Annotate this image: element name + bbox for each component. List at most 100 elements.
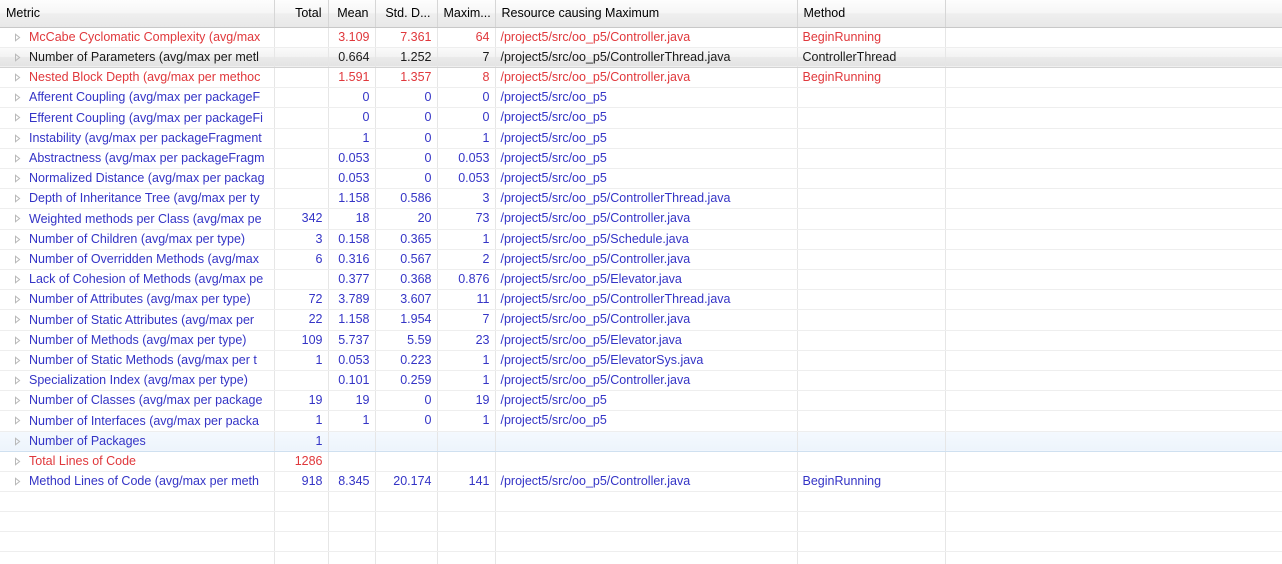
cell-metric[interactable]: Lack of Cohesion of Methods (avg/max pe xyxy=(0,269,275,291)
expand-triangle-icon[interactable] xyxy=(13,255,22,264)
column-header-total[interactable]: Total xyxy=(274,0,329,28)
expand-triangle-icon[interactable] xyxy=(13,234,22,244)
expand-triangle-icon[interactable] xyxy=(13,457,22,466)
expand-triangle-icon[interactable] xyxy=(13,153,22,163)
table-row[interactable]: Number of Static Methods (avg/max per t 1… xyxy=(0,350,1282,371)
cell-std-dev xyxy=(375,491,438,513)
cell-metric[interactable]: McCabe Cyclomatic Complexity (avg/max xyxy=(0,27,275,48)
cell-metric[interactable] xyxy=(0,491,275,513)
expand-triangle-icon[interactable] xyxy=(13,133,22,143)
cell-extra xyxy=(945,451,1282,472)
table-row[interactable]: Number of Packages 1 xyxy=(0,431,1282,452)
expand-triangle-icon[interactable] xyxy=(13,52,22,62)
expand-triangle-icon[interactable] xyxy=(13,174,22,183)
expand-triangle-icon[interactable] xyxy=(13,356,22,365)
cell-mean xyxy=(328,511,376,533)
table-row[interactable] xyxy=(0,491,1282,513)
cell-metric[interactable]: Afferent Coupling (avg/max per packageF xyxy=(0,87,275,109)
expand-triangle-icon[interactable] xyxy=(13,315,22,325)
cell-metric[interactable]: Nested Block Depth (avg/max per methoc xyxy=(0,67,275,89)
cell-metric[interactable]: Number of Static Methods (avg/max per t xyxy=(0,350,275,371)
table-row[interactable]: Instability (avg/max per packageFragment… xyxy=(0,128,1282,149)
column-header-metric[interactable]: Metric xyxy=(0,0,275,28)
expand-triangle-icon[interactable] xyxy=(13,295,22,304)
table-row[interactable]: Number of Parameters (avg/max per metl 0.… xyxy=(0,46,1282,68)
expand-triangle-icon[interactable] xyxy=(13,73,22,82)
expand-triangle-icon[interactable] xyxy=(13,396,22,405)
column-header-resource[interactable]: Resource causing Maximum xyxy=(495,0,798,28)
table-row[interactable] xyxy=(0,551,1282,564)
table-row[interactable] xyxy=(0,531,1282,553)
cell-maximum: 11 xyxy=(437,289,496,311)
cell-std-dev: 0.223 xyxy=(375,350,438,371)
expand-triangle-icon[interactable] xyxy=(13,275,22,284)
expand-triangle-icon[interactable] xyxy=(13,194,22,203)
cell-metric[interactable]: Total Lines of Code xyxy=(0,451,275,472)
cell-metric[interactable] xyxy=(0,511,275,533)
cell-method xyxy=(797,350,946,371)
table-row[interactable]: Weighted methods per Class (avg/max pe 34… xyxy=(0,208,1282,230)
column-header-std-dev[interactable]: Std. D... xyxy=(375,0,438,28)
expand-triangle-icon[interactable] xyxy=(13,32,22,42)
table-row[interactable]: Efferent Coupling (avg/max per packageFi… xyxy=(0,107,1282,129)
cell-metric[interactable]: Number of Packages xyxy=(0,431,275,452)
table-row[interactable]: Abstractness (avg/max per packageFragm 0.… xyxy=(0,148,1282,169)
cell-metric[interactable]: Method Lines of Code (avg/max per meth xyxy=(0,471,275,493)
cell-metric[interactable] xyxy=(0,531,275,553)
cell-metric[interactable]: Specialization Index (avg/max per type) xyxy=(0,370,275,392)
expand-triangle-icon[interactable] xyxy=(13,416,22,426)
cell-metric[interactable]: Number of Classes (avg/max per package xyxy=(0,390,275,412)
table-row[interactable]: Number of Children (avg/max per type) 3 0.… xyxy=(0,229,1282,250)
expand-triangle-icon[interactable] xyxy=(13,214,22,224)
table-row[interactable]: Depth of Inheritance Tree (avg/max per t… xyxy=(0,188,1282,210)
cell-metric[interactable]: Number of Parameters (avg/max per metl xyxy=(0,46,275,68)
metric-label: Number of Classes (avg/max per package xyxy=(29,393,263,408)
expand-triangle-icon[interactable] xyxy=(13,376,22,385)
column-header-mean[interactable]: Mean xyxy=(328,0,376,28)
cell-metric[interactable]: Number of Static Attributes (avg/max per xyxy=(0,309,275,331)
cell-metric[interactable]: Instability (avg/max per packageFragment xyxy=(0,128,275,149)
metric-label: Lack of Cohesion of Methods (avg/max pe xyxy=(29,272,264,287)
table-row[interactable]: Number of Interfaces (avg/max per packa 1… xyxy=(0,410,1282,432)
table-row[interactable]: Afferent Coupling (avg/max per packageF 0… xyxy=(0,87,1282,109)
cell-metric[interactable]: Number of Overridden Methods (avg/max xyxy=(0,249,275,270)
table-row[interactable]: Lack of Cohesion of Methods (avg/max pe 0… xyxy=(0,269,1282,291)
expand-triangle-icon[interactable] xyxy=(13,436,22,446)
table-row[interactable]: Nested Block Depth (avg/max per methoc 1.… xyxy=(0,67,1282,89)
column-header-extra[interactable] xyxy=(945,0,1282,28)
table-row[interactable]: Number of Static Attributes (avg/max per… xyxy=(0,309,1282,331)
cell-metric[interactable]: Abstractness (avg/max per packageFragm xyxy=(0,148,275,169)
expand-triangle-icon[interactable] xyxy=(13,113,22,123)
table-row[interactable]: Number of Methods (avg/max per type) 109 5… xyxy=(0,330,1282,351)
cell-mean: 0.158 xyxy=(328,229,376,250)
expand-triangle-icon[interactable] xyxy=(13,335,22,345)
metric-label: Number of Packages xyxy=(29,433,146,448)
table-row[interactable] xyxy=(0,511,1282,533)
cell-metric[interactable]: Weighted methods per Class (avg/max pe xyxy=(0,208,275,230)
column-header-maximum[interactable]: Maxim... xyxy=(437,0,496,28)
cell-mean xyxy=(328,451,376,472)
cell-metric[interactable] xyxy=(0,551,275,564)
table-row[interactable]: Number of Overridden Methods (avg/max 6 0.… xyxy=(0,249,1282,270)
cell-metric[interactable]: Number of Children (avg/max per type) xyxy=(0,229,275,250)
cell-metric[interactable]: Number of Methods (avg/max per type) xyxy=(0,330,275,351)
table-row[interactable]: Number of Attributes (avg/max per type) 7… xyxy=(0,289,1282,311)
cell-std-dev: 1.252 xyxy=(375,47,438,68)
table-row[interactable]: Method Lines of Code (avg/max per meth 91… xyxy=(0,471,1282,493)
column-header-method[interactable]: Method xyxy=(797,0,946,28)
table-row[interactable]: Number of Classes (avg/max per package 19… xyxy=(0,390,1282,412)
cell-metric[interactable]: Number of Interfaces (avg/max per packa xyxy=(0,410,275,432)
cell-metric[interactable]: Number of Attributes (avg/max per type) xyxy=(0,289,275,311)
cell-metric[interactable]: Efferent Coupling (avg/max per packageFi xyxy=(0,107,275,129)
table-row[interactable]: Normalized Distance (avg/max per packag 0… xyxy=(0,168,1282,190)
cell-total xyxy=(274,67,329,89)
cell-total xyxy=(274,188,329,210)
cell-metric[interactable]: Depth of Inheritance Tree (avg/max per t… xyxy=(0,188,275,210)
table-row[interactable]: McCabe Cyclomatic Complexity (avg/max 3.1… xyxy=(0,27,1282,48)
cell-mean: 3.109 xyxy=(328,27,376,48)
cell-metric[interactable]: Normalized Distance (avg/max per packag xyxy=(0,168,275,190)
expand-triangle-icon[interactable] xyxy=(13,477,22,486)
expand-triangle-icon[interactable] xyxy=(13,93,22,102)
table-row[interactable]: Total Lines of Code 1286 xyxy=(0,451,1282,472)
table-row[interactable]: Specialization Index (avg/max per type) 0… xyxy=(0,370,1282,392)
